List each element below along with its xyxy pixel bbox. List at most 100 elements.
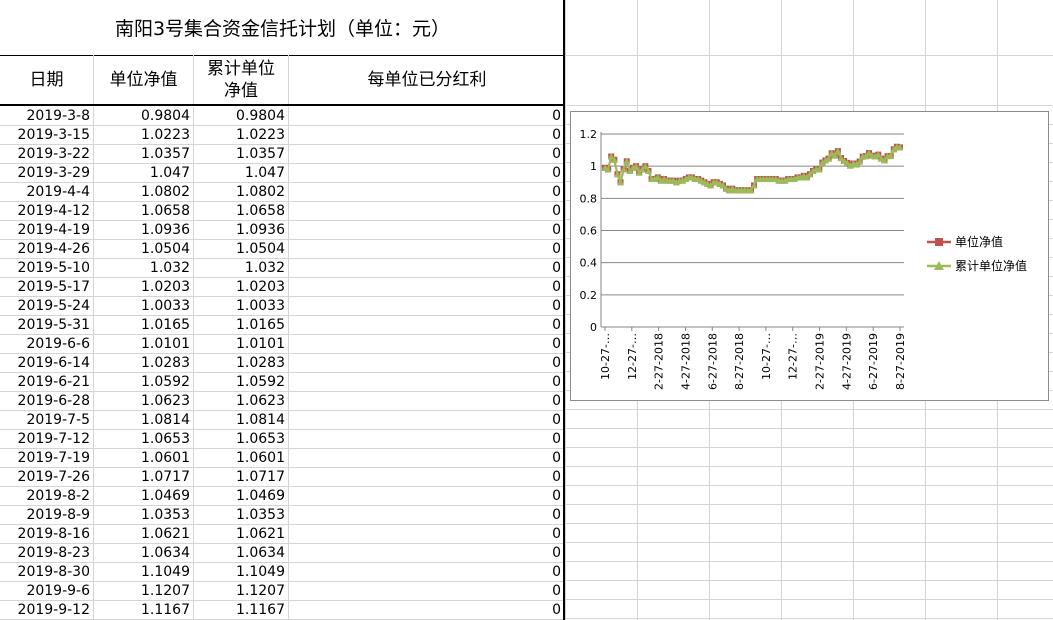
cell-unit-nav[interactable]: 1.0653 — [94, 430, 194, 449]
cell-date[interactable]: 2019-3-22 — [0, 145, 94, 164]
cell-cumulative-nav[interactable]: 1.032 — [194, 259, 289, 278]
cell-cumulative-nav[interactable]: 1.1167 — [194, 601, 289, 620]
cell-unit-nav[interactable]: 1.0101 — [94, 335, 194, 354]
cell-cumulative-nav[interactable]: 1.0634 — [194, 544, 289, 563]
cell-dividend[interactable]: 0 — [289, 468, 565, 487]
cell-unit-nav[interactable]: 1.0353 — [94, 506, 194, 525]
cell-dividend[interactable]: 0 — [289, 316, 565, 335]
cell-cumulative-nav[interactable]: 1.0717 — [194, 468, 289, 487]
cell-dividend[interactable]: 0 — [289, 506, 565, 525]
cell-cumulative-nav[interactable]: 1.0101 — [194, 335, 289, 354]
cell-dividend[interactable]: 0 — [289, 126, 565, 145]
cell-date[interactable]: 2019-8-16 — [0, 525, 94, 544]
cell-cumulative-nav[interactable]: 1.0621 — [194, 525, 289, 544]
cell-unit-nav[interactable]: 1.0223 — [94, 126, 194, 145]
cell-dividend[interactable]: 0 — [289, 430, 565, 449]
cell-date[interactable]: 2019-3-29 — [0, 164, 94, 183]
cell-unit-nav[interactable]: 1.0936 — [94, 221, 194, 240]
cell-dividend[interactable]: 0 — [289, 487, 565, 506]
cell-cumulative-nav[interactable]: 0.9804 — [194, 107, 289, 126]
cell-date[interactable]: 2019-4-26 — [0, 240, 94, 259]
cell-unit-nav[interactable]: 1.0623 — [94, 392, 194, 411]
nav-line-chart[interactable]: 0 0.2 0.4 0.6 0.8 1 1.2 10-27-… 12-27-… 2-27-2018… — [570, 111, 1049, 401]
cell-date[interactable]: 2019-3-8 — [0, 107, 94, 126]
cell-date[interactable]: 2019-5-31 — [0, 316, 94, 335]
cell-date[interactable]: 2019-3-15 — [0, 126, 94, 145]
cell-dividend[interactable]: 0 — [289, 563, 565, 582]
cell-date[interactable]: 2019-8-2 — [0, 487, 94, 506]
cell-cumulative-nav[interactable]: 1.0203 — [194, 278, 289, 297]
cell-unit-nav[interactable]: 1.0634 — [94, 544, 194, 563]
cell-dividend[interactable]: 0 — [289, 544, 565, 563]
cell-dividend[interactable]: 0 — [289, 525, 565, 544]
cell-cumulative-nav[interactable]: 1.0802 — [194, 183, 289, 202]
cell-unit-nav[interactable]: 1.0165 — [94, 316, 194, 335]
cell-date[interactable]: 2019-5-17 — [0, 278, 94, 297]
cell-dividend[interactable]: 0 — [289, 392, 565, 411]
cell-date[interactable]: 2019-8-30 — [0, 563, 94, 582]
cell-date[interactable]: 2019-9-6 — [0, 582, 94, 601]
cell-unit-nav[interactable]: 1.0621 — [94, 525, 194, 544]
cell-unit-nav[interactable]: 1.032 — [94, 259, 194, 278]
cell-cumulative-nav[interactable]: 1.0033 — [194, 297, 289, 316]
cell-cumulative-nav[interactable]: 1.1207 — [194, 582, 289, 601]
cell-unit-nav[interactable]: 1.0802 — [94, 183, 194, 202]
cell-date[interactable]: 2019-7-5 — [0, 411, 94, 430]
cell-dividend[interactable]: 0 — [289, 259, 565, 278]
cell-cumulative-nav[interactable]: 1.0623 — [194, 392, 289, 411]
cell-cumulative-nav[interactable]: 1.0658 — [194, 202, 289, 221]
cell-date[interactable]: 2019-6-6 — [0, 335, 94, 354]
cell-dividend[interactable]: 0 — [289, 164, 565, 183]
cell-dividend[interactable]: 0 — [289, 278, 565, 297]
cell-cumulative-nav[interactable]: 1.0601 — [194, 449, 289, 468]
header-dividend[interactable]: 每单位已分红利 — [289, 55, 565, 105]
cell-unit-nav[interactable]: 1.0658 — [94, 202, 194, 221]
cell-unit-nav[interactable]: 1.0814 — [94, 411, 194, 430]
cell-dividend[interactable]: 0 — [289, 411, 565, 430]
cell-date[interactable]: 2019-5-24 — [0, 297, 94, 316]
cell-date[interactable]: 2019-4-12 — [0, 202, 94, 221]
cell-date[interactable]: 2019-7-19 — [0, 449, 94, 468]
cell-cumulative-nav[interactable]: 1.0469 — [194, 487, 289, 506]
cell-cumulative-nav[interactable]: 1.0283 — [194, 354, 289, 373]
cell-cumulative-nav[interactable]: 1.047 — [194, 164, 289, 183]
cell-cumulative-nav[interactable]: 1.0223 — [194, 126, 289, 145]
cell-cumulative-nav[interactable]: 1.0165 — [194, 316, 289, 335]
cell-cumulative-nav[interactable]: 1.1049 — [194, 563, 289, 582]
cell-date[interactable]: 2019-9-12 — [0, 601, 94, 620]
cell-date[interactable]: 2019-7-12 — [0, 430, 94, 449]
cell-date[interactable]: 2019-6-14 — [0, 354, 94, 373]
cell-date[interactable]: 2019-8-9 — [0, 506, 94, 525]
header-cumulative-nav[interactable]: 累计单位 净值 — [194, 55, 289, 105]
cell-unit-nav[interactable]: 1.047 — [94, 164, 194, 183]
cell-unit-nav[interactable]: 1.0717 — [94, 468, 194, 487]
cell-dividend[interactable]: 0 — [289, 202, 565, 221]
cell-unit-nav[interactable]: 0.9804 — [94, 107, 194, 126]
header-unit-nav[interactable]: 单位净值 — [94, 55, 194, 105]
cell-date[interactable]: 2019-6-28 — [0, 392, 94, 411]
cell-unit-nav[interactable]: 1.0203 — [94, 278, 194, 297]
cell-unit-nav[interactable]: 1.0504 — [94, 240, 194, 259]
cell-cumulative-nav[interactable]: 1.0504 — [194, 240, 289, 259]
cell-unit-nav[interactable]: 1.0033 — [94, 297, 194, 316]
header-date[interactable]: 日期 — [0, 55, 94, 105]
cell-date[interactable]: 2019-6-21 — [0, 373, 94, 392]
cell-dividend[interactable]: 0 — [289, 145, 565, 164]
cell-cumulative-nav[interactable]: 1.0814 — [194, 411, 289, 430]
table-title[interactable]: 南阳3号集合资金信托计划（单位：元） — [0, 0, 565, 56]
cell-dividend[interactable]: 0 — [289, 297, 565, 316]
cell-cumulative-nav[interactable]: 1.0592 — [194, 373, 289, 392]
cell-dividend[interactable]: 0 — [289, 354, 565, 373]
cell-dividend[interactable]: 0 — [289, 582, 565, 601]
cell-date[interactable]: 2019-7-26 — [0, 468, 94, 487]
cell-date[interactable]: 2019-5-10 — [0, 259, 94, 278]
cell-dividend[interactable]: 0 — [289, 373, 565, 392]
cell-unit-nav[interactable]: 1.0357 — [94, 145, 194, 164]
cell-cumulative-nav[interactable]: 1.0357 — [194, 145, 289, 164]
cell-dividend[interactable]: 0 — [289, 601, 565, 620]
cell-dividend[interactable]: 0 — [289, 107, 565, 126]
cell-unit-nav[interactable]: 1.0601 — [94, 449, 194, 468]
cell-date[interactable]: 2019-8-23 — [0, 544, 94, 563]
spreadsheet-header-area[interactable] — [565, 0, 1053, 106]
cell-cumulative-nav[interactable]: 1.0353 — [194, 506, 289, 525]
